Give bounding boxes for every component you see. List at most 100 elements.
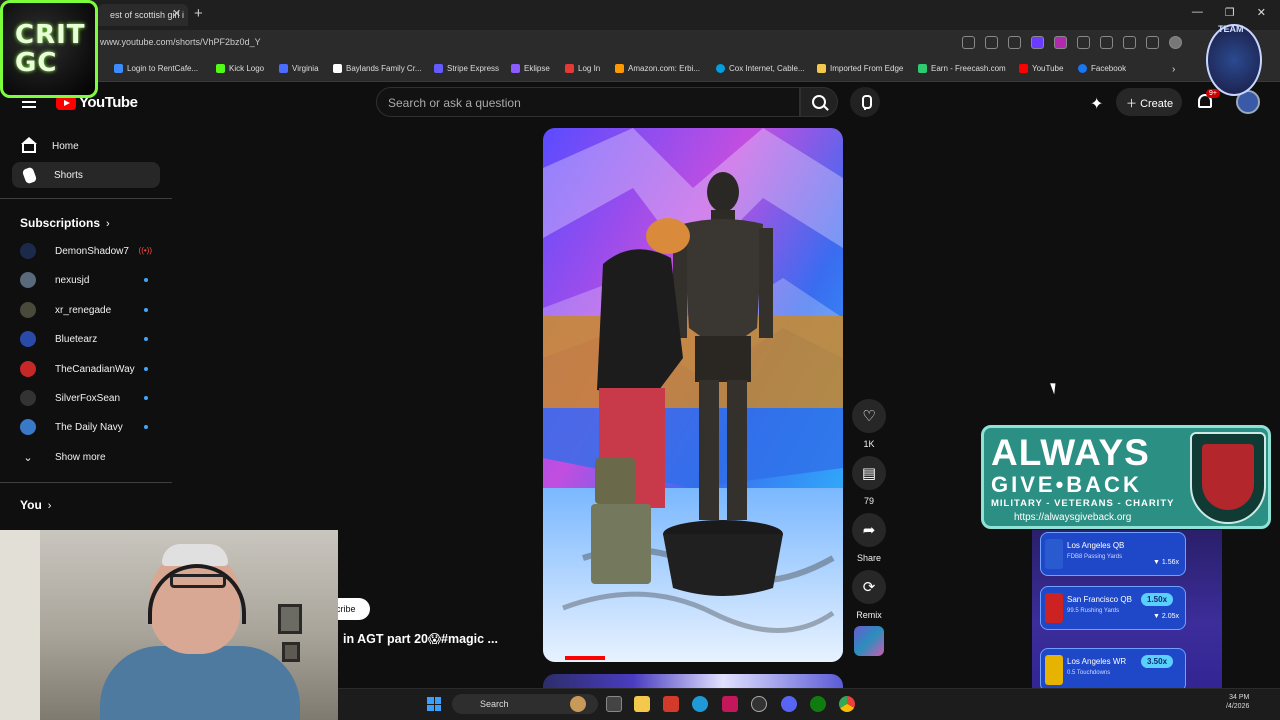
new-tab-icon[interactable]: +	[194, 5, 203, 22]
sidebar-subscription[interactable]: xr_renegade	[20, 299, 160, 321]
close-window-icon[interactable]: ✕	[1257, 6, 1266, 19]
favorites-icon[interactable]	[1123, 36, 1136, 49]
bookmark-item[interactable]: Facebook	[1078, 64, 1126, 73]
bookmark-label: Imported From Edge	[830, 64, 904, 73]
create-button[interactable]: ＋ Create	[1116, 88, 1182, 116]
maximize-icon[interactable]: ❐	[1225, 6, 1235, 19]
zoom-icon[interactable]	[985, 36, 998, 49]
chrome-icon[interactable]	[839, 696, 855, 712]
task-view-icon[interactable]	[606, 696, 622, 712]
bookmark-item[interactable]: YouTube	[1019, 64, 1063, 73]
odds-stat: 0.5 Touchdowns	[1067, 670, 1111, 676]
sidebar-divider	[0, 482, 172, 483]
discord-icon[interactable]	[781, 696, 797, 712]
bookmarks-overflow-chevron-icon[interactable]: ›	[1172, 64, 1175, 75]
odds-team: Los Angeles QB	[1067, 541, 1125, 550]
bookmark-label: Eklipse	[524, 64, 550, 73]
clock-date: /4/2026	[1226, 703, 1250, 710]
share-button[interactable]: ➦	[852, 513, 886, 547]
comments-action[interactable]: ▤ 79	[852, 456, 886, 506]
search-input[interactable]: Search or ask a question	[376, 87, 800, 117]
share-action[interactable]: ➦ Share	[852, 513, 886, 563]
bookmark-favicon	[333, 64, 342, 73]
tab-close-icon[interactable]: ✕	[172, 7, 181, 20]
windows-start-icon[interactable]	[427, 697, 441, 711]
bookmark-item[interactable]: Eklipse	[511, 64, 550, 73]
comment-icon: ▤	[861, 465, 877, 482]
wall-picture-frame	[282, 642, 300, 662]
ai-sparkle-icon[interactable]: ✦	[1090, 94, 1103, 114]
sidebar-item-home[interactable]: Home	[12, 133, 160, 159]
split-screen-icon[interactable]	[1100, 36, 1113, 49]
minimize-icon[interactable]: —	[1192, 6, 1203, 19]
bookmark-folder[interactable]: Imported From Edge	[817, 64, 903, 73]
edge-browser-icon[interactable]	[692, 696, 708, 712]
bookmark-favicon	[918, 64, 927, 73]
sidebar-subscription[interactable]: The Daily Navy	[20, 416, 160, 438]
shorts-icon	[21, 166, 38, 184]
show-more-button[interactable]: ⌄ Show more	[20, 446, 160, 468]
channel-avatar	[20, 272, 36, 288]
team-badge-text: TEAM	[1218, 24, 1244, 34]
sidebar-subscription[interactable]: SilverFoxSean	[20, 387, 160, 409]
bookmark-label: Facebook	[1091, 64, 1127, 73]
sidebar-item-shorts[interactable]: Shorts	[12, 162, 160, 188]
subscriptions-title: Subscriptions	[20, 216, 101, 230]
bookmark-item[interactable]: Baylands Family Cr...	[333, 64, 422, 73]
app-available-icon[interactable]	[962, 36, 975, 49]
banner-title: ALWAYS	[991, 432, 1150, 473]
history-icon[interactable]	[1146, 36, 1159, 49]
sound-thumbnail[interactable]	[854, 626, 884, 656]
extension-icon[interactable]	[1054, 36, 1067, 49]
bookmark-item[interactable]: Stripe Express	[434, 64, 499, 73]
url-field[interactable]: www.youtube.com/shorts/VhPF2bz0d_Y	[100, 37, 261, 47]
remix-action[interactable]: ⟳ Remix	[852, 570, 886, 620]
you-title: You	[20, 498, 42, 512]
bookmark-item[interactable]: Cox Internet, Cable...	[716, 64, 805, 73]
chevron-down-icon: ⌄	[23, 451, 33, 464]
channel-avatar	[20, 302, 36, 318]
heart-icon: ♡	[862, 408, 876, 425]
xbox-icon[interactable]	[810, 696, 826, 712]
bookmark-favicon	[511, 64, 520, 73]
comments-button[interactable]: ▤	[852, 456, 886, 490]
bookmark-favicon	[114, 64, 123, 73]
bookmark-item[interactable]: Virginia	[279, 64, 319, 73]
taskbar-owl-icon[interactable]	[570, 696, 586, 712]
taskbar-clock[interactable]: 34 PM /4/2026	[1226, 693, 1249, 711]
remix-button[interactable]: ⟳	[852, 570, 886, 604]
bookmarks-bar: Login to RentCafe... Kick Logo Virginia …	[0, 56, 1280, 82]
you-heading[interactable]: You ›	[20, 498, 51, 512]
extensions-puzzle-icon[interactable]	[1077, 36, 1090, 49]
file-explorer-icon[interactable]	[634, 696, 650, 712]
like-action[interactable]: ♡ 1K	[852, 399, 886, 449]
app-icon[interactable]	[722, 696, 738, 712]
bookmark-item[interactable]: Login to RentCafe...	[114, 64, 198, 73]
subscriptions-heading[interactable]: Subscriptions ›	[20, 216, 110, 230]
sidebar-subscription[interactable]: Bluetearz	[20, 328, 160, 350]
profile-icon[interactable]	[1169, 36, 1182, 49]
browser-tab-bar: est of scottish girl i ✕ + — ❐ ✕	[0, 0, 1280, 30]
channel-avatar	[20, 331, 36, 347]
banner-url: https://alwaysgiveback.org	[1014, 512, 1132, 523]
sidebar-subscription[interactable]: nexusjd	[20, 269, 160, 291]
voice-search-button[interactable]	[850, 87, 880, 117]
like-button[interactable]: ♡	[852, 399, 886, 433]
app-icon[interactable]	[751, 696, 767, 712]
sidebar-subscription[interactable]: DemonShadow7 ((•))	[20, 240, 160, 262]
app-icon[interactable]	[663, 696, 679, 712]
short-video-player[interactable]	[543, 128, 843, 662]
favorite-star-icon[interactable]	[1008, 36, 1021, 49]
address-bar-actions	[962, 36, 1182, 49]
bookmark-item[interactable]: Kick Logo	[216, 64, 264, 73]
search-button[interactable]	[800, 87, 838, 117]
channel-avatar	[20, 361, 36, 377]
sidebar-subscription[interactable]: TheCanadianWay	[20, 358, 160, 380]
bookmark-item[interactable]: Log In	[565, 64, 600, 73]
short-title[interactable]: in AGT part 20😱#magic ...	[343, 631, 498, 646]
remix-label: Remix	[856, 610, 882, 620]
bookmark-item[interactable]: Amazon.com: Erbi...	[615, 64, 700, 73]
bookmark-item[interactable]: Earn - Freecash.com	[918, 64, 1006, 73]
extension-icon[interactable]	[1031, 36, 1044, 49]
new-content-dot	[144, 396, 148, 400]
